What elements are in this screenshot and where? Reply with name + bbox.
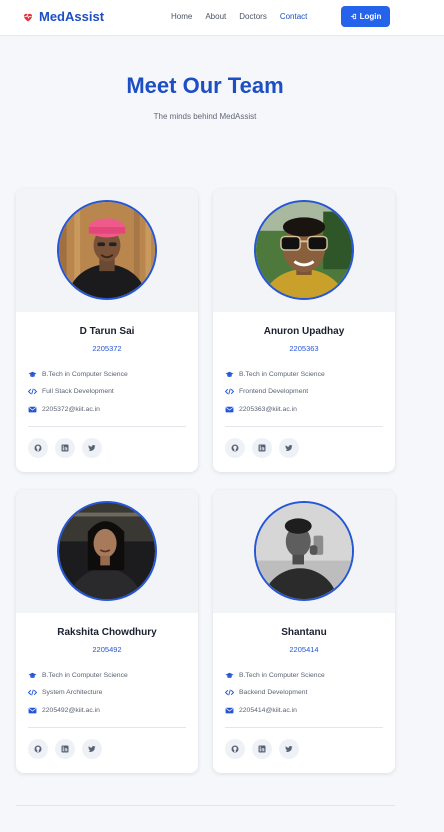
- github-link[interactable]: [225, 739, 245, 759]
- sign-in-icon: [350, 13, 357, 20]
- graduation-cap-icon: [28, 370, 37, 379]
- github-link[interactable]: [28, 739, 48, 759]
- nav-link-about[interactable]: About: [205, 11, 226, 22]
- linkedin-link[interactable]: [252, 739, 272, 759]
- github-icon: [231, 745, 239, 753]
- social-links: [225, 438, 299, 458]
- twitter-link[interactable]: [82, 739, 102, 759]
- graduation-cap-icon: [225, 671, 234, 680]
- envelope-icon: [28, 405, 37, 414]
- degree-row: B.Tech in Computer Science: [225, 670, 385, 680]
- twitter-link[interactable]: [82, 438, 102, 458]
- divider: [28, 426, 186, 427]
- social-links: [28, 438, 102, 458]
- heart-pulse-icon: [22, 11, 34, 23]
- member-id: 2205492: [92, 645, 122, 654]
- linkedin-link[interactable]: [55, 739, 75, 759]
- divider: [225, 426, 383, 427]
- team-card: Shantanu 2205414 B.Tech in Computer Scie…: [213, 490, 395, 773]
- brand-name: MedAssist: [39, 9, 105, 24]
- code-icon: [28, 688, 37, 697]
- team-card: D Tarun Sai 2205372 B.Tech in Computer S…: [16, 189, 198, 472]
- team-card: Anuron Upadhay 2205363 B.Tech in Compute…: [213, 189, 395, 472]
- avatar: [57, 200, 157, 300]
- avatar: [254, 200, 354, 300]
- member-name: D Tarun Sai: [79, 326, 135, 337]
- brand-logo[interactable]: MedAssist: [22, 9, 104, 24]
- member-id: 2205414: [289, 645, 319, 654]
- role-text: Full Stack Development: [42, 387, 114, 395]
- role-row: Backend Development: [225, 687, 385, 697]
- github-icon: [34, 444, 42, 452]
- email-row: 2205492@kiit.ac.in: [28, 705, 188, 715]
- github-icon: [231, 444, 239, 452]
- degree-row: B.Tech in Computer Science: [28, 369, 188, 379]
- email-text[interactable]: 2205414@kiit.ac.in: [239, 707, 297, 714]
- email-row: 2205363@kiit.ac.in: [225, 404, 385, 414]
- login-label: Login: [359, 12, 382, 21]
- team-card: Rakshita Chowdhury 2205492 B.Tech in Com…: [16, 490, 198, 773]
- twitter-link[interactable]: [279, 438, 299, 458]
- linkedin-icon: [61, 444, 69, 452]
- linkedin-icon: [258, 444, 266, 452]
- envelope-icon: [225, 706, 234, 715]
- twitter-icon: [285, 745, 293, 753]
- member-name: Rakshita Chowdhury: [57, 627, 157, 638]
- role-text: Backend Development: [239, 688, 308, 696]
- navbar: MedAssist Home About Doctors Contact Log…: [0, 0, 444, 36]
- role-row: Frontend Development: [225, 386, 385, 396]
- email-row: 2205372@kiit.ac.in: [28, 404, 188, 414]
- code-icon: [225, 387, 234, 396]
- social-links: [28, 739, 102, 759]
- role-text: System Architecture: [42, 688, 103, 696]
- divider: [28, 727, 186, 728]
- page-title: Meet Our Team: [126, 73, 284, 98]
- envelope-icon: [28, 706, 37, 715]
- page-subtitle: The minds behind MedAssist: [153, 112, 257, 121]
- nav-link-doctors[interactable]: Doctors: [239, 11, 267, 22]
- role-row: System Architecture: [28, 687, 188, 697]
- linkedin-link[interactable]: [55, 438, 75, 458]
- nav-link-contact[interactable]: Contact: [280, 11, 308, 22]
- envelope-icon: [225, 405, 234, 414]
- degree-text: B.Tech in Computer Science: [239, 370, 325, 378]
- email-text[interactable]: 2205363@kiit.ac.in: [239, 406, 297, 413]
- graduation-cap-icon: [28, 671, 37, 680]
- member-name: Anuron Upadhay: [263, 326, 345, 337]
- graduation-cap-icon: [225, 370, 234, 379]
- email-text[interactable]: 2205492@kiit.ac.in: [42, 707, 100, 714]
- footer-divider: [16, 805, 395, 806]
- member-id: 2205363: [289, 344, 319, 353]
- nav-link-home[interactable]: Home: [171, 11, 192, 22]
- avatar: [57, 501, 157, 601]
- twitter-icon: [88, 444, 96, 452]
- github-link[interactable]: [28, 438, 48, 458]
- avatar: [254, 501, 354, 601]
- degree-text: B.Tech in Computer Science: [42, 370, 128, 378]
- twitter-icon: [285, 444, 293, 452]
- code-icon: [225, 688, 234, 697]
- member-name: Shantanu: [281, 627, 327, 638]
- code-icon: [28, 387, 37, 396]
- github-icon: [34, 745, 42, 753]
- linkedin-icon: [258, 745, 266, 753]
- degree-row: B.Tech in Computer Science: [225, 369, 385, 379]
- email-row: 2205414@kiit.ac.in: [225, 705, 385, 715]
- degree-text: B.Tech in Computer Science: [42, 671, 128, 679]
- twitter-link[interactable]: [279, 739, 299, 759]
- twitter-icon: [88, 745, 96, 753]
- degree-text: B.Tech in Computer Science: [239, 671, 325, 679]
- linkedin-link[interactable]: [252, 438, 272, 458]
- role-row: Full Stack Development: [28, 386, 188, 396]
- degree-row: B.Tech in Computer Science: [28, 670, 188, 680]
- member-id: 2205372: [92, 344, 122, 353]
- github-link[interactable]: [225, 438, 245, 458]
- login-button[interactable]: Login: [341, 6, 390, 27]
- divider: [225, 727, 383, 728]
- nav-links: Home About Doctors Contact: [171, 11, 320, 22]
- linkedin-icon: [61, 745, 69, 753]
- social-links: [225, 739, 299, 759]
- email-text[interactable]: 2205372@kiit.ac.in: [42, 406, 100, 413]
- role-text: Frontend Development: [239, 387, 309, 395]
